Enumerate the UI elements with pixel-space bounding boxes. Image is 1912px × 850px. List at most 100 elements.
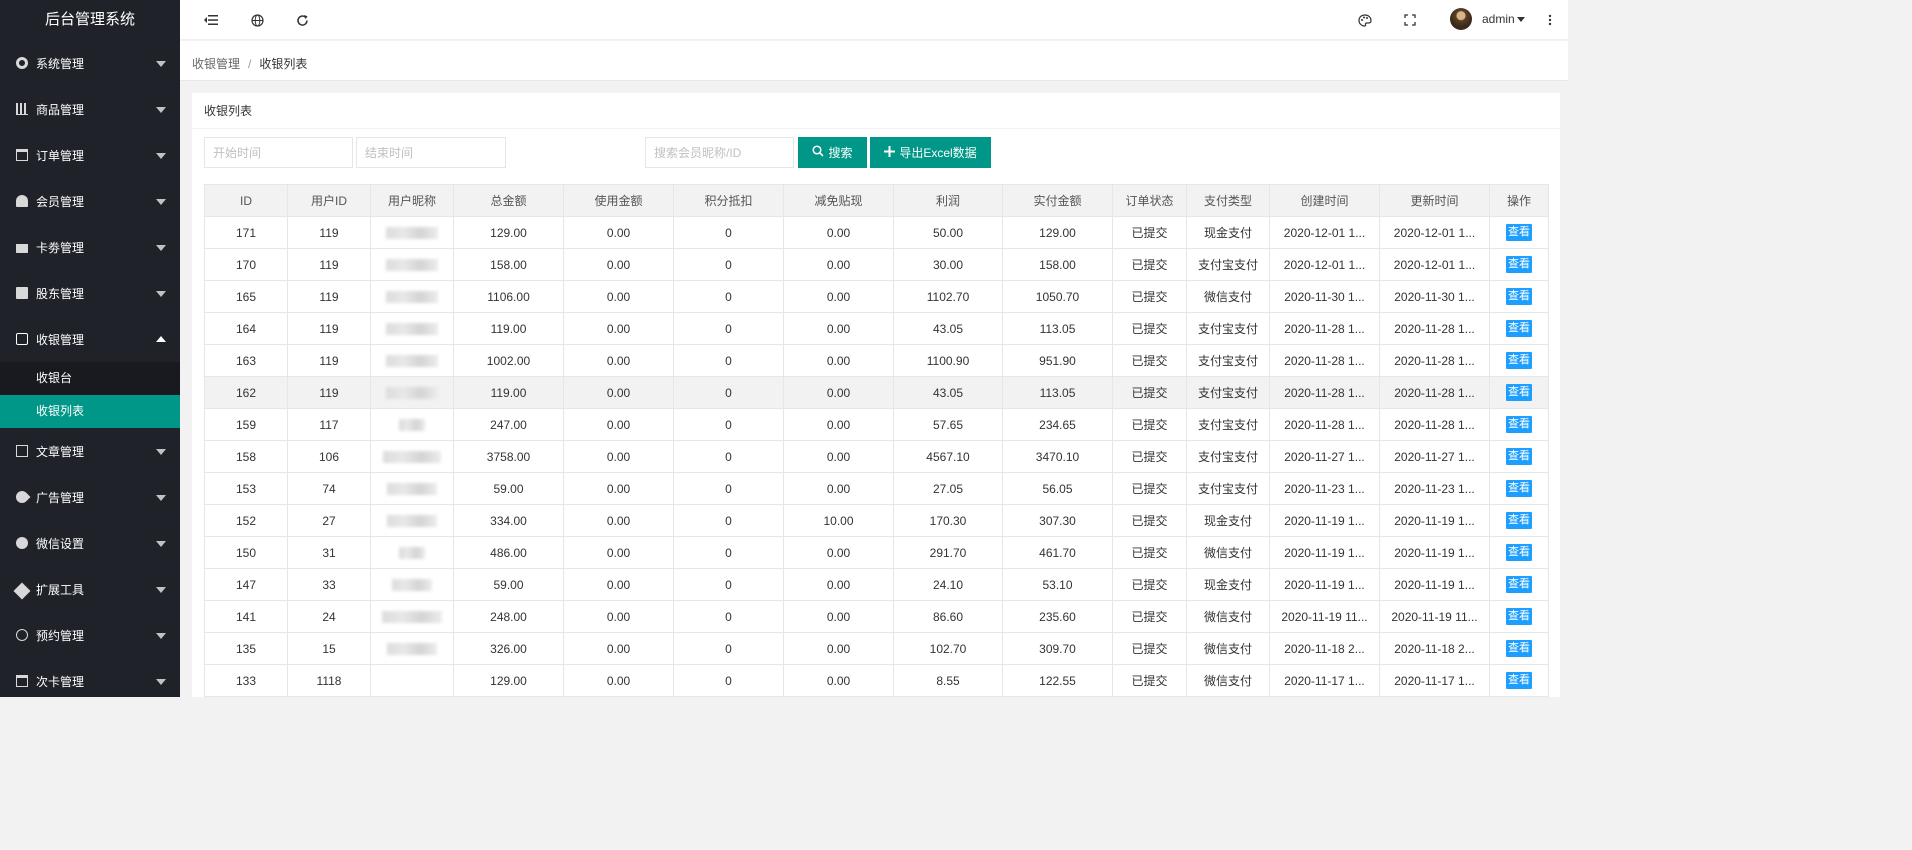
sidebar-item[interactable]: 股东管理 xyxy=(0,270,180,316)
sidebar-item[interactable]: 微信设置 xyxy=(0,520,180,566)
view-button[interactable]: 查看 xyxy=(1506,224,1532,241)
cell-nickname-redacted xyxy=(370,504,454,537)
cell-uid: 27 xyxy=(287,504,371,537)
table-row[interactable]: 133 1118 129.00 0.00 0 0.00 8.55 122.55 已提交 微信支付 2… xyxy=(204,664,1549,697)
view-button[interactable]: 查看 xyxy=(1506,640,1532,657)
cell-created: 2020-11-19 1... xyxy=(1269,504,1380,537)
refresh-icon[interactable] xyxy=(293,11,311,29)
cell-uid: 31 xyxy=(287,536,371,569)
sidebar-item[interactable]: 次卡管理 xyxy=(0,658,180,697)
search-button[interactable]: 搜索 xyxy=(798,137,867,168)
cell-pay: 支付宝支付 xyxy=(1186,472,1270,505)
more-vertical-icon[interactable] xyxy=(1541,11,1559,29)
credit-card-icon xyxy=(16,241,28,253)
table-row[interactable]: 152 27 334.00 0.00 0 10.00 170.30 307.30 已提交 现金支付… xyxy=(204,504,1549,537)
table-row[interactable]: 135 15 326.00 0.00 0 0.00 102.70 309.70 已提交 微信支付 2… xyxy=(204,632,1549,665)
cell-status: 已提交 xyxy=(1112,440,1187,473)
cell-total: 1002.00 xyxy=(453,344,564,377)
sidebar-subitem[interactable]: 收银列表 xyxy=(0,395,180,428)
cell-discount: 0.00 xyxy=(783,600,894,633)
breadcrumb-parent[interactable]: 收银管理 xyxy=(192,57,240,71)
sidebar-item[interactable]: 卡劵管理 xyxy=(0,224,180,270)
view-button[interactable]: 查看 xyxy=(1506,288,1532,305)
view-button[interactable]: 查看 xyxy=(1506,608,1532,625)
fullscreen-icon[interactable] xyxy=(1401,11,1419,29)
cell-updated: 2020-11-19 1... xyxy=(1379,568,1490,601)
view-button[interactable]: 查看 xyxy=(1506,352,1532,369)
view-button[interactable]: 查看 xyxy=(1506,576,1532,593)
cell-total: 129.00 xyxy=(453,216,564,249)
chevron-down-icon[interactable] xyxy=(1517,17,1525,22)
view-button[interactable]: 查看 xyxy=(1506,320,1532,337)
view-button[interactable]: 查看 xyxy=(1506,512,1532,529)
view-button[interactable]: 查看 xyxy=(1506,256,1532,273)
cell-total: 334.00 xyxy=(453,504,564,537)
wrench-icon xyxy=(13,582,31,600)
cell-paid: 56.05 xyxy=(1002,472,1113,505)
sidebar-item[interactable]: 预约管理 xyxy=(0,612,180,658)
shrink-menu-icon[interactable] xyxy=(202,11,220,29)
table-row[interactable]: 147 33 59.00 0.00 0 0.00 24.10 53.10 已提交 现金支付 2020… xyxy=(204,568,1549,601)
search-icon xyxy=(812,145,825,160)
sidebar-item[interactable]: 会员管理 xyxy=(0,178,180,224)
sidebar-item-label: 收银管理 xyxy=(36,332,85,347)
view-button[interactable]: 查看 xyxy=(1506,384,1532,401)
table-row[interactable]: 162 119 119.00 0.00 0 0.00 43.05 113.05 已提交 支付宝支付… xyxy=(204,376,1549,409)
user-avatar[interactable] xyxy=(1450,8,1472,30)
sidebar-item[interactable]: 收银管理 xyxy=(0,316,180,362)
cell-action: 查看 xyxy=(1489,568,1549,601)
table-row[interactable]: 158 106 3758.00 0.00 0 0.00 4567.10 3470.10 已提交支… xyxy=(204,440,1549,473)
table-row[interactable]: 141 24 248.00 0.00 0 0.00 86.60 235.60 已提交 微信支付 20… xyxy=(204,600,1549,633)
cell-uid: 24 xyxy=(287,600,371,633)
theme-icon[interactable] xyxy=(1356,11,1374,29)
cell-updated: 2020-11-28 1... xyxy=(1379,408,1490,441)
cell-used: 0.00 xyxy=(563,536,674,569)
globe-icon[interactable] xyxy=(248,11,266,29)
cell-updated: 2020-11-17 1... xyxy=(1379,664,1490,697)
table-row[interactable]: 164 119 119.00 0.00 0 0.00 43.05 113.05 已提交 支付宝支付… xyxy=(204,312,1549,345)
cell-paid: 53.10 xyxy=(1002,568,1113,601)
view-button[interactable]: 查看 xyxy=(1506,544,1532,561)
cell-status: 已提交 xyxy=(1112,248,1187,281)
cell-uid: 15 xyxy=(287,632,371,665)
cell-paid: 113.05 xyxy=(1002,312,1113,345)
breadcrumb-current: 收银列表 xyxy=(259,57,308,71)
table-row[interactable]: 165 119 1106.00 0.00 0 0.00 1102.70 1050.70 已提交微… xyxy=(204,280,1549,313)
view-button[interactable]: 查看 xyxy=(1506,448,1532,465)
sidebar-item[interactable]: 订单管理 xyxy=(0,132,180,178)
content-card: 收银列表 搜索 导出Excel数据 ID用户ID用户昵称总金额使用金额积分抵扣减… xyxy=(192,93,1560,697)
table-row[interactable]: 171 119 129.00 0.00 0 0.00 50.00 129.00 已提交 现金支付 2… xyxy=(204,216,1549,249)
sidebar-subitem[interactable]: 收银台 xyxy=(0,362,180,395)
table-row[interactable]: 150 31 486.00 0.00 0 0.00 291.70 461.70 已提交 微信支付 2… xyxy=(204,536,1549,569)
table-row[interactable]: 170 119 158.00 0.00 0 0.00 30.00 158.00 已提交 支付宝支付… xyxy=(204,248,1549,281)
table-row[interactable]: 153 74 59.00 0.00 0 0.00 27.05 56.05 已提交 支付宝支付 202… xyxy=(204,472,1549,505)
column-header: 实付金额 xyxy=(1002,184,1113,217)
admin-username[interactable]: admin xyxy=(1482,12,1515,26)
sidebar-item[interactable]: 系统管理 xyxy=(0,40,180,86)
end-time-input[interactable] xyxy=(356,137,506,168)
cell-uid: 117 xyxy=(287,408,371,441)
cell-pay: 微信支付 xyxy=(1186,280,1270,313)
cell-discount: 0.00 xyxy=(783,376,894,409)
sidebar-item[interactable]: 扩展工具 xyxy=(0,566,180,612)
sidebar-item[interactable]: 文章管理 xyxy=(0,428,180,474)
view-button[interactable]: 查看 xyxy=(1506,416,1532,433)
sidebar-item[interactable]: 商品管理 xyxy=(0,86,180,132)
cell-pay: 支付宝支付 xyxy=(1186,440,1270,473)
cell-uid: 106 xyxy=(287,440,371,473)
export-excel-button[interactable]: 导出Excel数据 xyxy=(870,137,991,168)
table-row[interactable]: 159 117 247.00 0.00 0 0.00 57.65 234.65 已提交 支付宝支付… xyxy=(204,408,1549,441)
cell-profit: 43.05 xyxy=(893,376,1003,409)
chevron-down-icon xyxy=(156,495,166,501)
member-search-input[interactable] xyxy=(645,137,794,168)
start-time-input[interactable] xyxy=(204,137,353,168)
view-button[interactable]: 查看 xyxy=(1506,672,1532,689)
cell-updated: 2020-11-30 1... xyxy=(1379,280,1490,313)
cell-created: 2020-12-01 1... xyxy=(1269,248,1380,281)
chevron-down-icon xyxy=(156,449,166,455)
table-row[interactable]: 163 119 1002.00 0.00 0 0.00 1100.90 951.90 已提交 支付… xyxy=(204,344,1549,377)
sidebar-item-label: 系统管理 xyxy=(36,56,85,71)
cell-action: 查看 xyxy=(1489,472,1549,505)
view-button[interactable]: 查看 xyxy=(1506,480,1532,497)
sidebar-item[interactable]: 广告管理 xyxy=(0,474,180,520)
